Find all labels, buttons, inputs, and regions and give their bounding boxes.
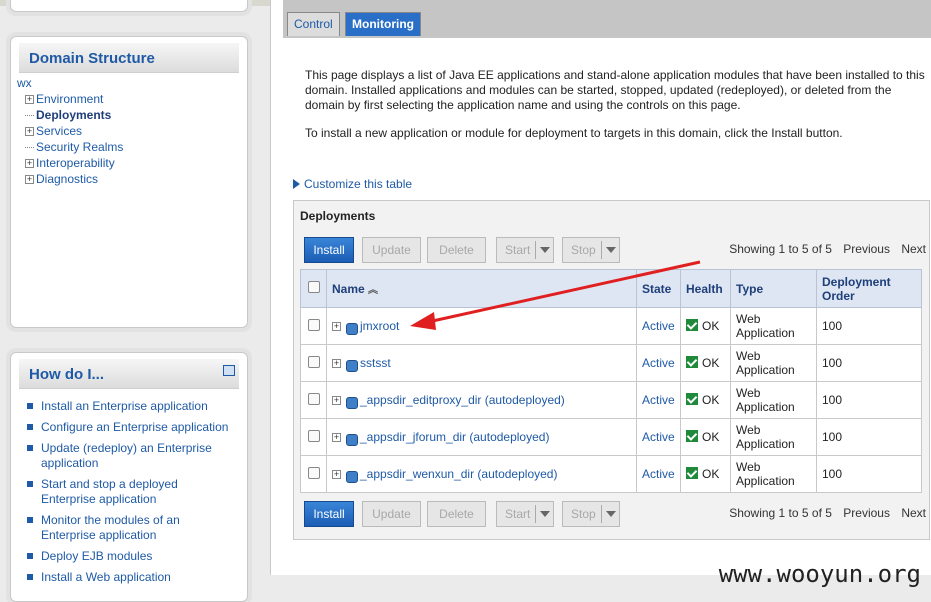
watermark: www.wooyun.org	[718, 560, 921, 588]
arrow-head	[410, 312, 436, 330]
arrow-shaft	[427, 260, 701, 324]
annotation-arrow	[410, 260, 701, 330]
